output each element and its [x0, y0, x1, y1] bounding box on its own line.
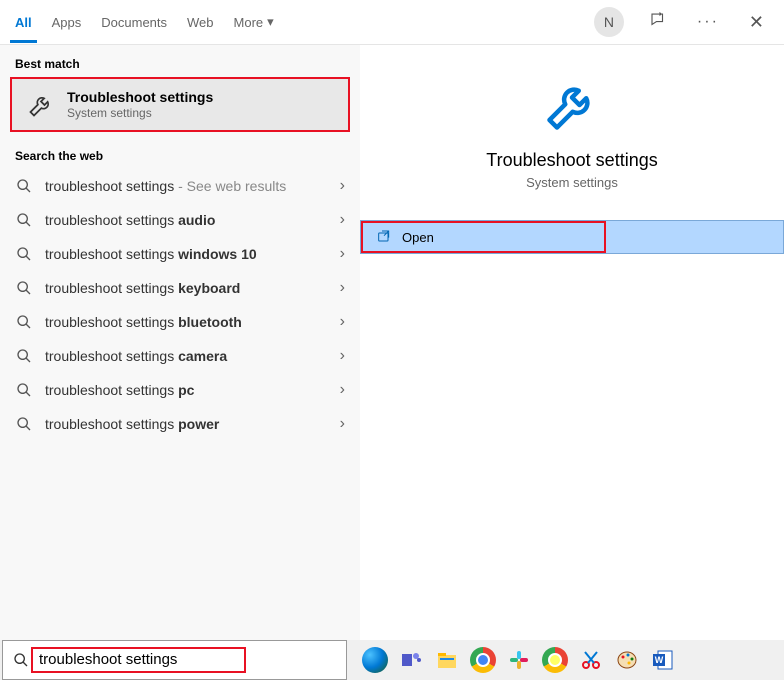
web-result[interactable]: troubleshoot settings - See web results … [0, 169, 360, 203]
web-result[interactable]: troubleshoot settings keyboard › [0, 271, 360, 305]
chevron-down-icon: ▾ [267, 14, 274, 30]
svg-text:W: W [655, 655, 664, 665]
open-label: Open [402, 230, 434, 245]
web-result-text: troubleshoot settings camera [45, 348, 328, 364]
tab-web[interactable]: Web [187, 3, 214, 42]
search-icon [15, 246, 33, 262]
wrench-large-icon [542, 75, 602, 135]
open-icon [376, 229, 392, 245]
web-result-text: troubleshoot settings keyboard [45, 280, 328, 296]
taskbar-app-word[interactable]: W [647, 644, 679, 676]
section-best-match: Best match [0, 45, 360, 77]
taskbar-app-paint[interactable] [611, 644, 643, 676]
web-result[interactable]: troubleshoot settings camera › [0, 339, 360, 373]
web-result-text: troubleshoot settings - See web results [45, 178, 328, 194]
tab-more[interactable]: More ▾ [234, 2, 274, 42]
wrench-icon [27, 91, 55, 119]
taskbar-app-chrome-canary[interactable] [539, 644, 571, 676]
chevron-right-icon: › [340, 279, 345, 297]
results-panel: Best match Troubleshoot settings System … [0, 45, 360, 640]
search-icon [15, 178, 33, 194]
chevron-right-icon: › [340, 415, 345, 433]
web-result[interactable]: troubleshoot settings windows 10 › [0, 237, 360, 271]
web-result-text: troubleshoot settings pc [45, 382, 328, 398]
taskbar: W [0, 640, 784, 680]
close-icon[interactable]: ✕ [744, 7, 769, 38]
feedback-icon[interactable] [644, 6, 672, 39]
search-input[interactable] [39, 651, 238, 668]
web-result[interactable]: troubleshoot settings audio › [0, 203, 360, 237]
search-icon [15, 212, 33, 228]
best-match-title: Troubleshoot settings [67, 89, 213, 105]
search-icon [15, 416, 33, 432]
top-tabs: All Apps Documents Web More ▾ N ··· ✕ [0, 0, 784, 45]
best-match-subtitle: System settings [67, 106, 213, 120]
taskbar-app-snip[interactable] [575, 644, 607, 676]
search-box[interactable] [2, 640, 347, 680]
user-avatar[interactable]: N [594, 7, 624, 37]
open-button[interactable]: Open [360, 220, 784, 254]
chevron-right-icon: › [340, 347, 345, 365]
tab-all[interactable]: All [15, 3, 32, 42]
taskbar-app-teams[interactable] [395, 644, 427, 676]
taskbar-app-edge[interactable] [359, 644, 391, 676]
tab-documents[interactable]: Documents [101, 3, 167, 42]
chevron-right-icon: › [340, 313, 345, 331]
chevron-right-icon: › [340, 381, 345, 399]
preview-title: Troubleshoot settings [486, 150, 657, 171]
section-search-web: Search the web [0, 137, 360, 169]
taskbar-app-explorer[interactable] [431, 644, 463, 676]
web-result-text: troubleshoot settings power [45, 416, 328, 432]
web-result-text: troubleshoot settings bluetooth [45, 314, 328, 330]
more-options-icon[interactable]: ··· [692, 8, 724, 36]
chevron-right-icon: › [340, 245, 345, 263]
web-result[interactable]: troubleshoot settings pc › [0, 373, 360, 407]
chevron-right-icon: › [340, 211, 345, 229]
web-result[interactable]: troubleshoot settings bluetooth › [0, 305, 360, 339]
search-icon [15, 382, 33, 398]
search-icon [15, 280, 33, 296]
web-result-text: troubleshoot settings audio [45, 212, 328, 228]
search-icon [15, 314, 33, 330]
search-icon [13, 652, 29, 668]
preview-panel: Troubleshoot settings System settings Op… [360, 45, 784, 640]
preview-subtitle: System settings [526, 175, 618, 190]
taskbar-app-chrome[interactable] [467, 644, 499, 676]
best-match-result[interactable]: Troubleshoot settings System settings [10, 77, 350, 132]
tab-apps[interactable]: Apps [52, 3, 82, 42]
search-icon [15, 348, 33, 364]
taskbar-app-slack[interactable] [503, 644, 535, 676]
web-result[interactable]: troubleshoot settings power › [0, 407, 360, 441]
web-result-text: troubleshoot settings windows 10 [45, 246, 328, 262]
taskbar-apps: W [349, 644, 689, 676]
chevron-right-icon: › [340, 177, 345, 195]
